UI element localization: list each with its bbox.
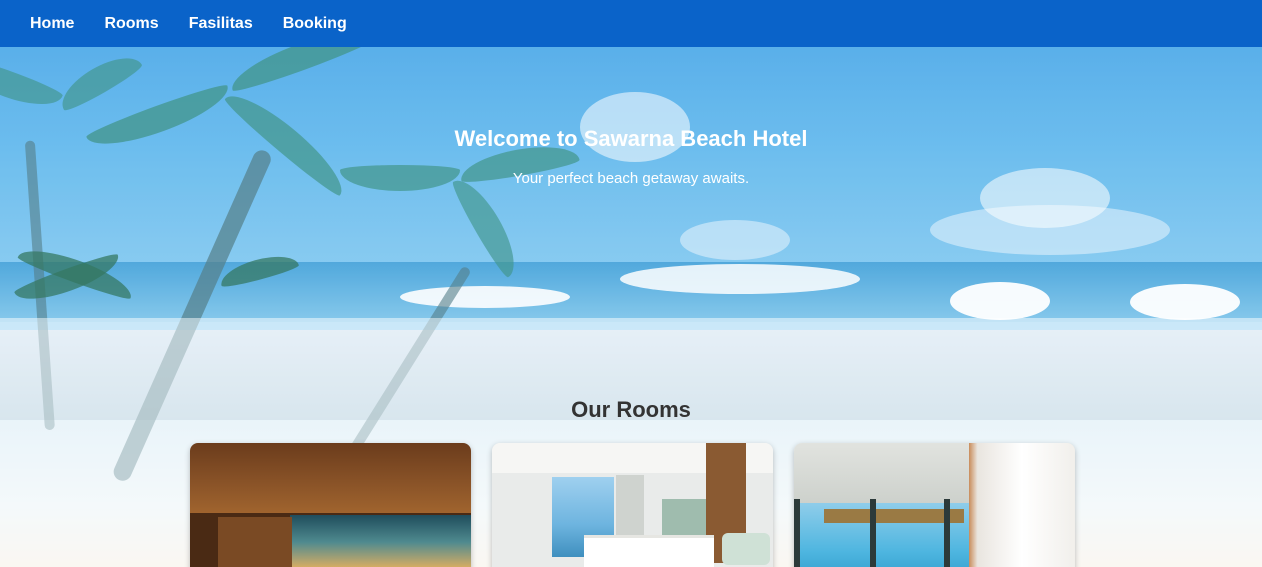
bed xyxy=(584,535,714,567)
room-card-image[interactable] xyxy=(492,443,773,567)
room-card-image[interactable] xyxy=(794,443,1075,567)
nav-rooms-link[interactable]: Rooms xyxy=(104,15,158,33)
window-view xyxy=(290,515,471,567)
curtain xyxy=(218,517,292,567)
nav-booking-link[interactable]: Booking xyxy=(283,15,347,33)
window-frame xyxy=(794,499,800,567)
overlay xyxy=(0,0,1262,318)
room-card-image[interactable] xyxy=(190,443,471,567)
window-frame xyxy=(870,499,876,567)
thatched-roof xyxy=(824,509,964,523)
hero-title: Welcome to Sawarna Beach Hotel xyxy=(454,126,808,151)
nav-home-link[interactable]: Home xyxy=(30,15,74,33)
window-frame xyxy=(944,499,950,567)
ceiling xyxy=(190,443,471,513)
pillow xyxy=(722,533,770,565)
rooms-heading: Our Rooms xyxy=(571,397,691,422)
curtain xyxy=(969,443,1075,567)
nav-fasilitas-link[interactable]: Fasilitas xyxy=(189,15,253,33)
hero-subtitle: Your perfect beach getaway awaits. xyxy=(512,170,750,187)
navbar: Home Rooms Fasilitas Booking xyxy=(0,0,1262,47)
